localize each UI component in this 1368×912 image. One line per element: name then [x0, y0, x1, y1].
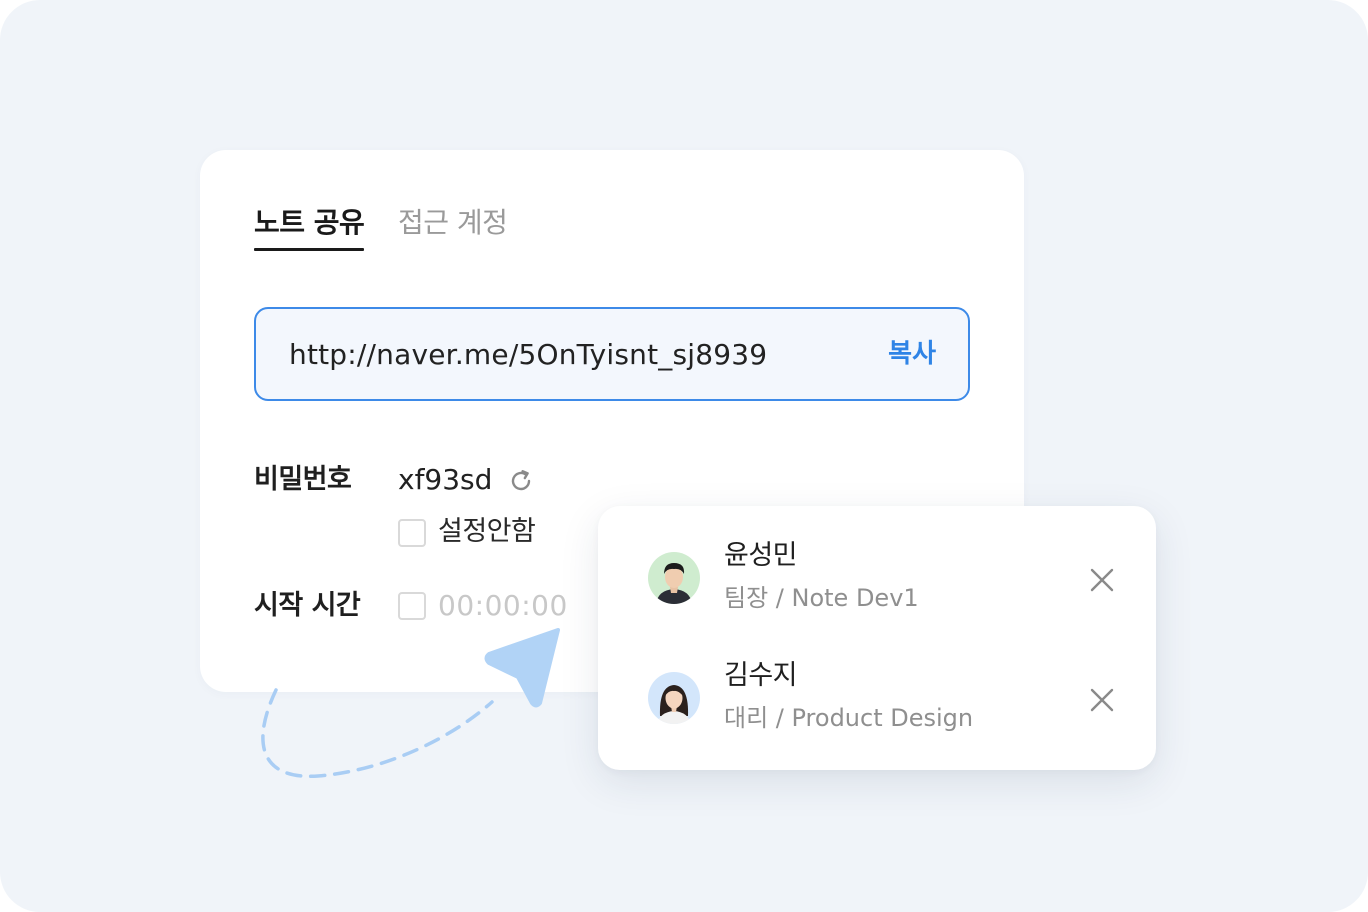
close-icon[interactable]	[1088, 686, 1116, 714]
tab-access-accounts[interactable]: 접근 계정	[398, 204, 508, 242]
start-time-input[interactable]: 00:00:00	[438, 588, 568, 624]
password-label: 비밀번호	[254, 464, 352, 495]
close-icon[interactable]	[1088, 566, 1116, 594]
start-time-label: 시작 시간	[254, 590, 361, 621]
copy-button[interactable]: 복사	[888, 335, 936, 373]
password-value: xf93sd	[398, 463, 493, 496]
tab-note-share[interactable]: 노트 공유	[254, 204, 365, 251]
member-role: 대리 / Product Design	[724, 704, 974, 732]
member-name: 김수지	[724, 660, 798, 691]
share-url-field[interactable]: http://naver.me/5OnTyisnt_sj8939 복사	[254, 307, 970, 401]
no-password-checkbox[interactable]	[398, 519, 426, 547]
refresh-icon[interactable]	[508, 468, 534, 494]
avatar	[648, 672, 700, 724]
no-password-label: 설정안함	[438, 516, 536, 547]
share-url-text: http://naver.me/5OnTyisnt_sj8939	[289, 338, 768, 371]
member-list-popup: 윤성민 팀장 / Note Dev1 김수지 대리 / Product Desi…	[598, 506, 1156, 770]
member-item: 윤성민 팀장 / Note Dev1	[598, 528, 1156, 628]
member-role: 팀장 / Note Dev1	[724, 584, 919, 612]
member-item: 김수지 대리 / Product Design	[598, 648, 1156, 748]
member-name: 윤성민	[724, 540, 798, 571]
avatar	[648, 552, 700, 604]
start-time-checkbox[interactable]	[398, 592, 426, 620]
